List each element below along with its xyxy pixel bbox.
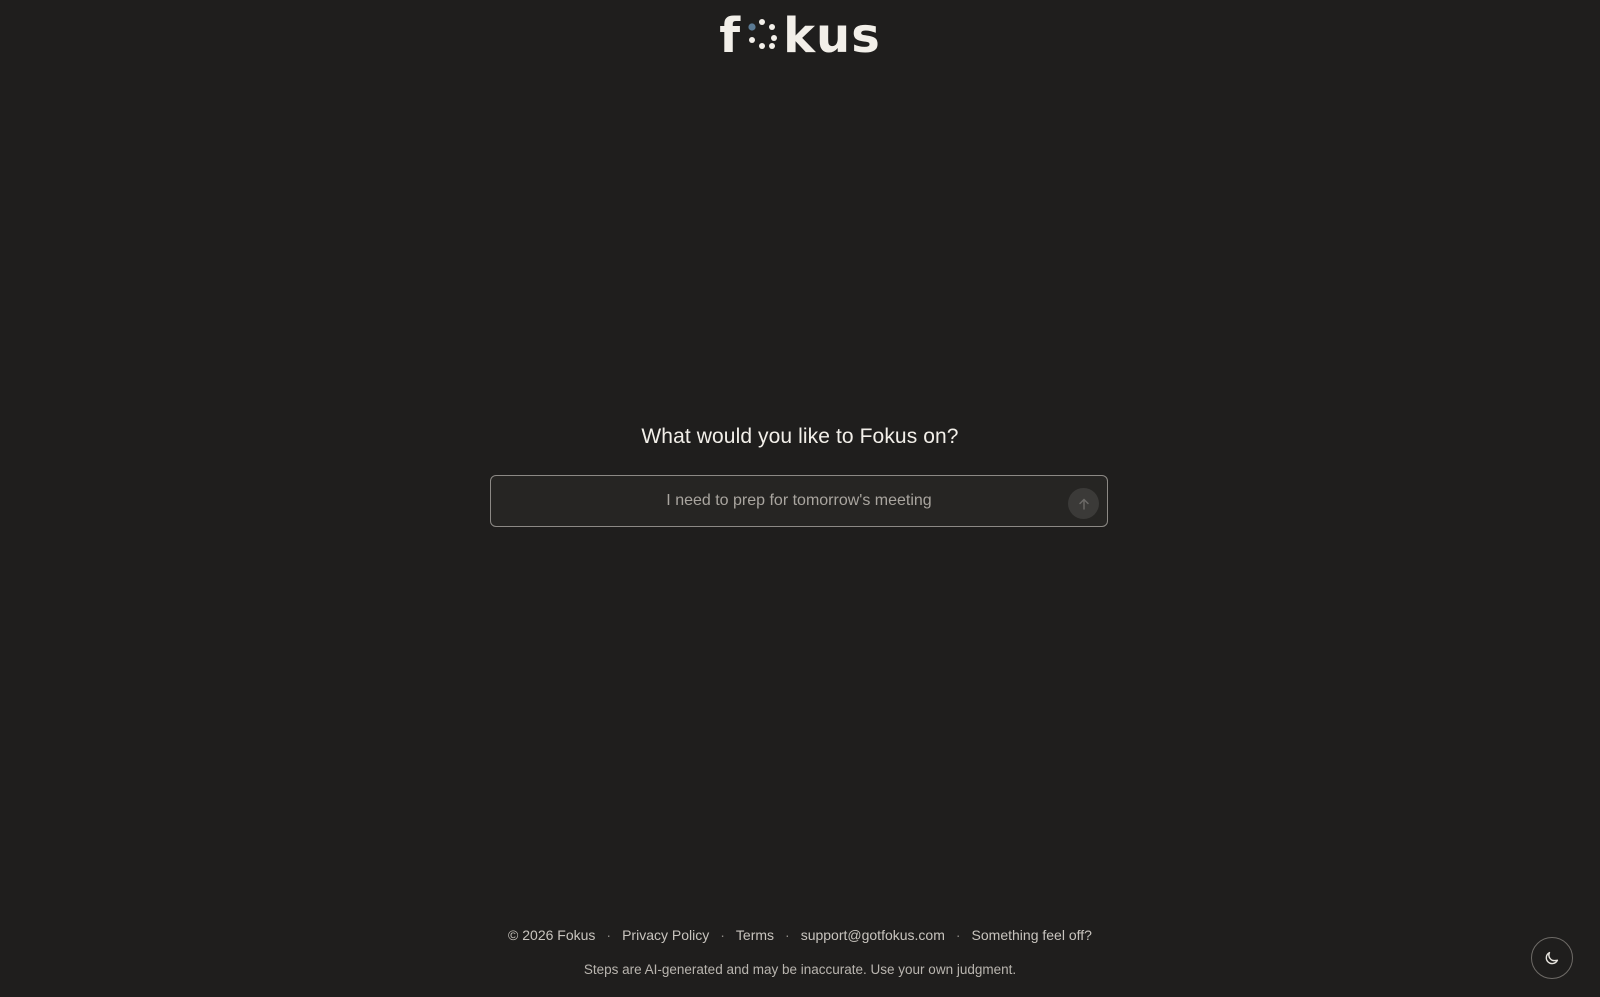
logo-letters-kus: kus: [783, 8, 881, 64]
moon-icon: [1545, 951, 1559, 965]
privacy-policy-link[interactable]: Privacy Policy: [622, 927, 709, 943]
footer-links: © 2026 Fokus · Privacy Policy · Terms · …: [0, 927, 1600, 943]
logo-wordmark: f kus: [719, 8, 881, 64]
prompt-input-container: [490, 475, 1108, 527]
copyright-text: © 2026 Fokus: [508, 927, 596, 943]
footer-separator: ·: [606, 927, 612, 943]
support-email-link[interactable]: support@gotfokus.com: [801, 927, 945, 943]
terms-link[interactable]: Terms: [736, 927, 774, 943]
prompt-title: What would you like to Fokus on?: [641, 425, 959, 448]
arrow-up-icon: [1078, 498, 1089, 510]
submit-button[interactable]: [1068, 488, 1099, 519]
feedback-link[interactable]: Something feel off?: [972, 927, 1092, 943]
ai-disclaimer: Steps are AI-generated and may be inaccu…: [583, 962, 1017, 977]
footer-separator: ·: [720, 927, 725, 943]
theme-toggle-button[interactable]: [1531, 937, 1573, 979]
logo-letter-f: f: [719, 8, 742, 64]
prompt-input[interactable]: [537, 491, 1061, 511]
logo-dots-icon: [748, 19, 778, 49]
page: f kus What would you like to Fokus on? ©…: [0, 0, 1600, 997]
footer-separator: ·: [785, 927, 790, 943]
footer-separator: ·: [955, 927, 961, 943]
logo: f kus: [0, 8, 1600, 64]
